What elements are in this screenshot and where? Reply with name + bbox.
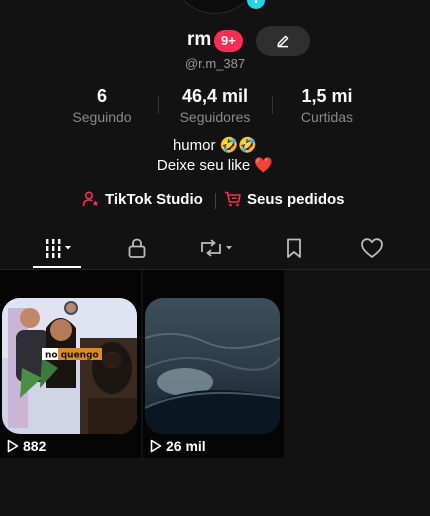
orders-link[interactable]: Seus pedidos	[224, 190, 345, 208]
tab-liked[interactable]	[358, 234, 386, 262]
tab-videos[interactable]	[40, 234, 80, 262]
tiktok-studio-link[interactable]: TikTok Studio	[82, 190, 203, 208]
thumbnail-overlay-text: no quengo	[45, 351, 99, 361]
video-tile[interactable]: no quengo 882	[0, 270, 141, 458]
tab-reposts[interactable]	[196, 234, 238, 262]
stat-label: Curtidas	[300, 109, 354, 125]
stat-value: 6	[96, 86, 107, 106]
add-avatar-icon[interactable]: +	[244, 0, 268, 12]
bookmark-icon	[287, 238, 301, 258]
cart-icon	[225, 191, 241, 207]
tiktok-studio-label: TikTok Studio	[105, 190, 203, 208]
stat-divider	[158, 96, 159, 114]
play-icon	[150, 439, 162, 453]
tab-saved[interactable]	[282, 234, 306, 262]
profile-handle: @r.m_387	[184, 56, 246, 71]
creator-tools-row: TikTok Studio Seus pedidos	[0, 190, 430, 212]
bio-line: Deixe seu like ❤️	[156, 157, 274, 174]
stat-followers[interactable]: 46,4 mil Seguidores	[160, 86, 270, 125]
lock-icon	[128, 238, 146, 258]
tab-private[interactable]	[122, 234, 152, 262]
view-count: 26 mil	[150, 438, 206, 454]
video-tile[interactable]: 26 mil	[143, 270, 284, 458]
view-count-value: 882	[23, 438, 47, 454]
profile-stats: 6 Seguindo 46,4 mil Seguidores 1,5 mi Cu…	[0, 86, 430, 126]
tools-divider	[215, 193, 216, 209]
orders-label: Seus pedidos	[247, 190, 345, 208]
video-thumbnail-image: no quengo	[2, 298, 137, 434]
view-count: 882	[7, 438, 46, 454]
heart-icon	[361, 238, 383, 258]
stat-likes[interactable]: 1,5 mi Curtidas	[272, 86, 382, 125]
profile-name-row: rm 9+	[0, 26, 430, 56]
stat-value: 1,5 mi	[301, 86, 353, 106]
video-thumbnail	[145, 298, 280, 434]
video-thumbnail: no quengo	[2, 298, 137, 434]
pencil-icon	[277, 35, 289, 48]
profile-username: rm	[187, 29, 212, 50]
play-icon	[7, 439, 19, 453]
view-count-value: 26 mil	[166, 438, 206, 454]
edit-profile-button[interactable]	[256, 26, 310, 56]
grid-icon	[46, 239, 71, 258]
bio-line: humor 🤣🤣	[172, 137, 258, 154]
stat-value: 46,4 mil	[181, 86, 249, 106]
tab-selected-indicator	[33, 266, 81, 268]
stat-label: Seguindo	[72, 109, 132, 125]
stat-following[interactable]: 6 Seguindo	[47, 86, 157, 125]
stat-label: Seguidores	[179, 109, 251, 125]
repost-icon	[201, 239, 232, 257]
notification-badge[interactable]: 9+	[214, 30, 243, 52]
video-thumbnail-image	[145, 298, 280, 434]
avatar-area: +	[170, 0, 268, 16]
profile-tabs	[0, 230, 430, 270]
user-star-icon	[82, 191, 99, 207]
